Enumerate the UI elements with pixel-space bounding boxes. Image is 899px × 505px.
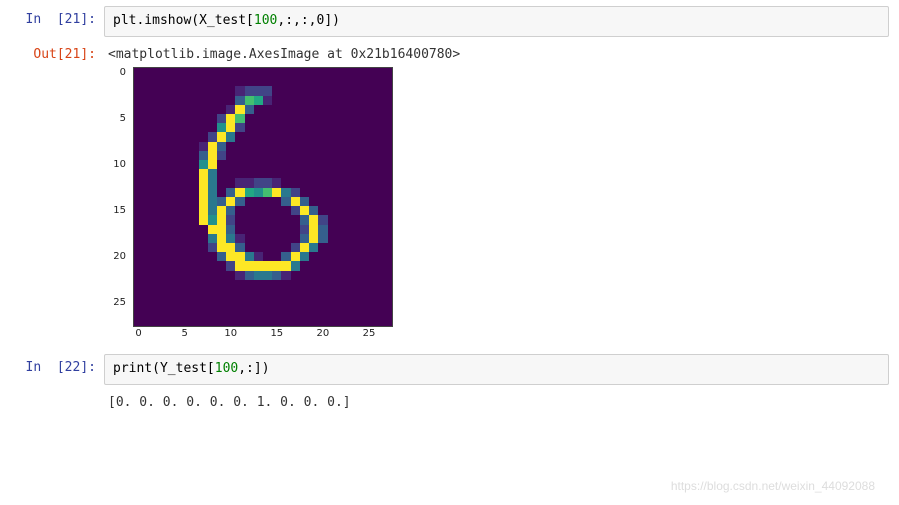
- output-prompt-blank: [10, 389, 104, 395]
- input-prompt-21: In [21]:: [10, 6, 104, 27]
- watermark: https://blog.csdn.net/weixin_44092088: [671, 479, 875, 493]
- code-input-21[interactable]: plt.imshow(X_test[100,:,:,0]): [104, 6, 889, 37]
- code-number: 100: [215, 361, 238, 376]
- code-text: print(Y_test[: [113, 361, 215, 376]
- cell-21-input: In [21]: plt.imshow(X_test[100,:,:,0]): [10, 6, 889, 37]
- cell-22-input: In [22]: print(Y_test[100,:]): [10, 354, 889, 385]
- code-text: ,:,:,0]): [277, 13, 340, 28]
- code-text: plt.imshow(X_test[: [113, 13, 254, 28]
- output-prompt-21: Out[21]:: [10, 41, 104, 62]
- output-text-21: <matplotlib.image.AxesImage at 0x21b1640…: [104, 41, 889, 62]
- x-axis-ticks: 0510152025: [134, 326, 392, 340]
- code-number: 100: [254, 13, 277, 28]
- cell-21-output: Out[21]: <matplotlib.image.AxesImage at …: [10, 41, 889, 62]
- code-text: ,:]): [238, 361, 269, 376]
- plot-output-21: 0510152025 0510152025: [104, 68, 889, 340]
- code-input-22[interactable]: print(Y_test[100,:]): [104, 354, 889, 385]
- imshow-heatmap: [134, 68, 392, 326]
- input-prompt-22: In [22]:: [10, 354, 104, 375]
- cell-22-output: [0. 0. 0. 0. 0. 0. 1. 0. 0. 0.]: [10, 389, 889, 410]
- output-text-22: [0. 0. 0. 0. 0. 0. 1. 0. 0. 0.]: [104, 389, 889, 410]
